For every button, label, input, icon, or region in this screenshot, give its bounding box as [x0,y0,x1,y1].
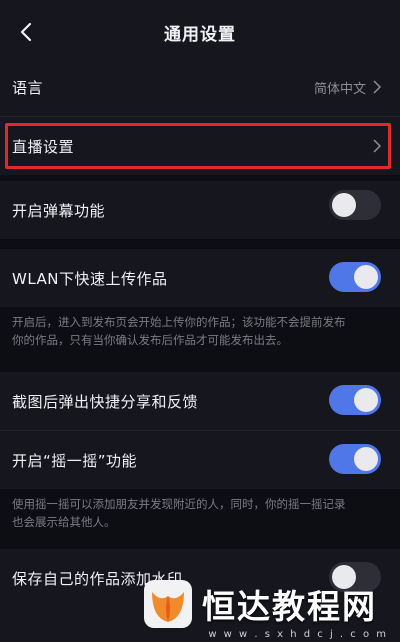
chevron-left-icon [20,22,32,42]
shake-description-line-2: 也会展示给其他人。 [12,515,116,529]
screenshot-share-toggle[interactable] [329,385,381,415]
live-settings-label: 直播设置 [12,137,75,156]
live-settings-row[interactable]: 直播设置 [0,117,400,175]
wlan-description-line-1: 开启后，进入到发布页会开始上传你的作品；该功能不会提前发布 [12,315,346,329]
back-button[interactable] [12,18,40,46]
language-label: 语言 [12,78,44,97]
shake-description-line-1: 使用摇一摇可以添加朋友并发现附近的人，同时，你的摇一摇记录 [12,497,346,511]
danmaku-toggle[interactable] [329,190,381,220]
chevron-right-icon [373,80,382,94]
language-row[interactable]: 语言 简体中文 [0,58,400,116]
toggle-knob [354,265,378,289]
top-bar: 通用设置 [0,0,400,64]
brand-text: 恒达教程网 [202,587,377,626]
screenshot-share-label: 截图后弹出快捷分享和反馈 [12,392,199,411]
shake-toggle[interactable] [329,444,381,474]
wlan-description: 开启后，进入到发布页会开始上传你的作品；该功能不会提前发布 你的作品，只有当你确… [12,313,390,349]
danmaku-label: 开启弹幕功能 [12,201,106,220]
toggle-knob [354,388,378,412]
wlan-upload-toggle[interactable] [329,262,381,292]
toggle-knob [354,447,378,471]
brand-logo-icon [144,580,192,628]
chevron-right-icon [373,139,382,153]
wlan-description-line-2: 你的作品，只有当你确认发布后作品才可能发布出去。 [12,333,288,347]
site-watermark: 恒达教程网 [142,576,392,632]
language-value: 简体中文 [313,81,366,97]
wlan-upload-label: WLAN下快速上传作品 [12,269,168,288]
section-gap [0,239,400,249]
shake-label: 开启“摇一摇”功能 [12,451,138,470]
page-title: 通用设置 [164,24,236,45]
shake-description: 使用摇一摇可以添加朋友并发现附近的人，同时，你的摇一摇记录 也会展示给其他人。 [12,495,390,531]
toggle-knob [332,193,356,217]
site-url: w w w . s x h d c j . c o m [208,629,388,640]
